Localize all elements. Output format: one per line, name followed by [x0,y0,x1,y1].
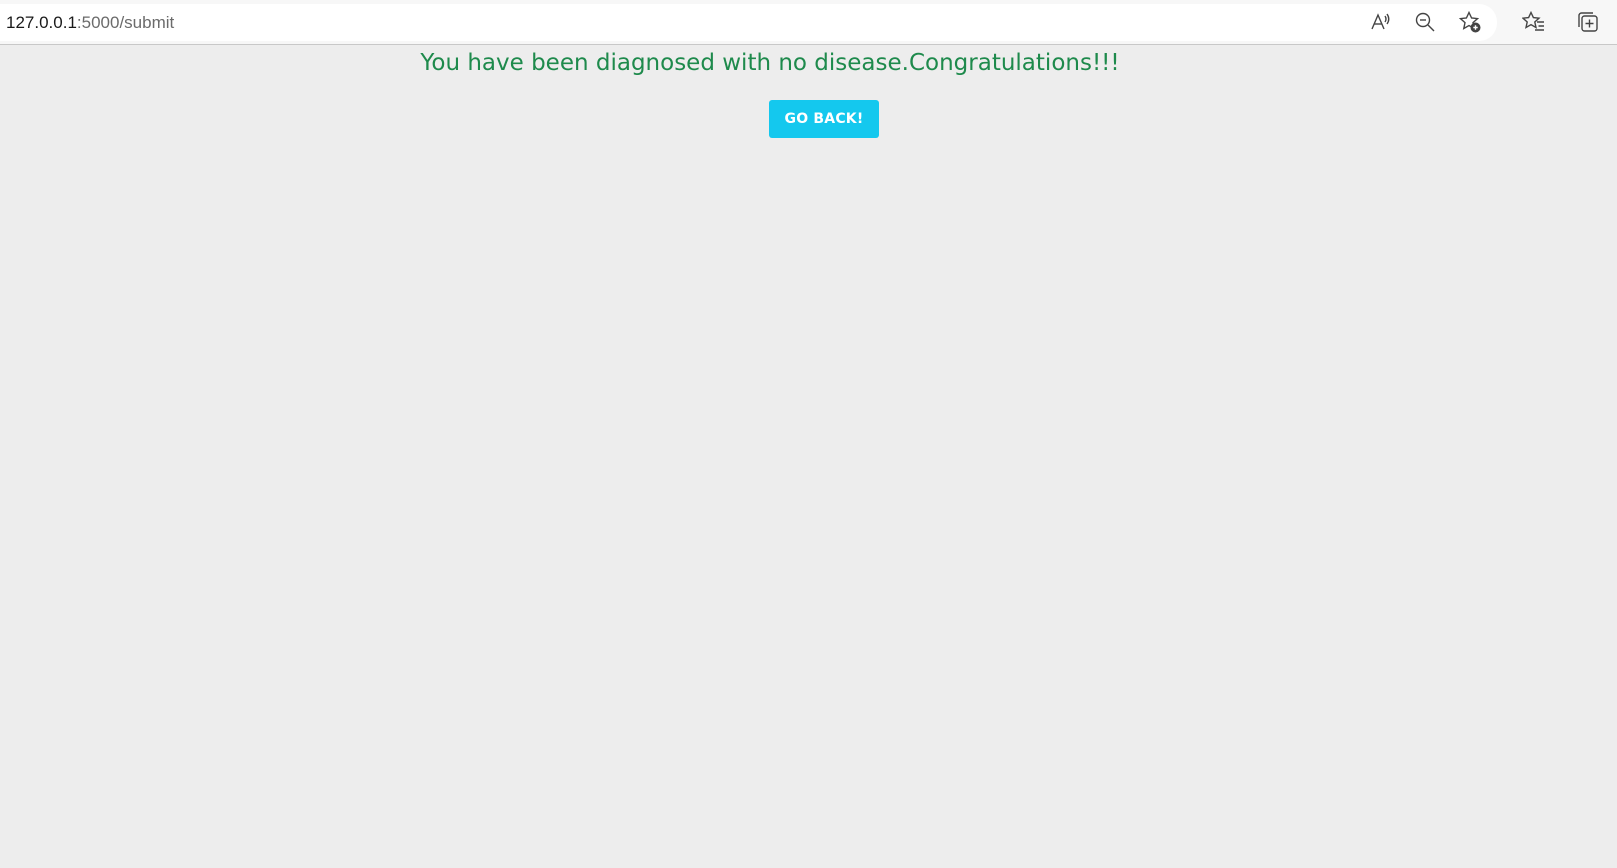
add-favorite-icon[interactable] [1456,8,1484,36]
page-content: You have been diagnosed with no disease.… [0,45,1617,868]
url-host: 127.0.0.1 [6,13,77,32]
url-path: :5000/submit [76,13,175,32]
go-back-button[interactable]: GO BACK! [769,100,879,138]
favorites-icon[interactable] [1520,8,1548,36]
browser-toolbar: 127.0.0.1:5000/submit [0,0,1617,45]
url-text[interactable]: 127.0.0.1:5000/submit [6,13,174,33]
collections-icon[interactable] [1574,8,1602,36]
address-bar[interactable]: 127.0.0.1:5000/submit [0,4,1497,41]
zoom-out-icon[interactable] [1411,8,1439,36]
diagnosis-result-message: You have been diagnosed with no disease.… [420,50,1120,76]
read-aloud-icon[interactable] [1366,8,1394,36]
